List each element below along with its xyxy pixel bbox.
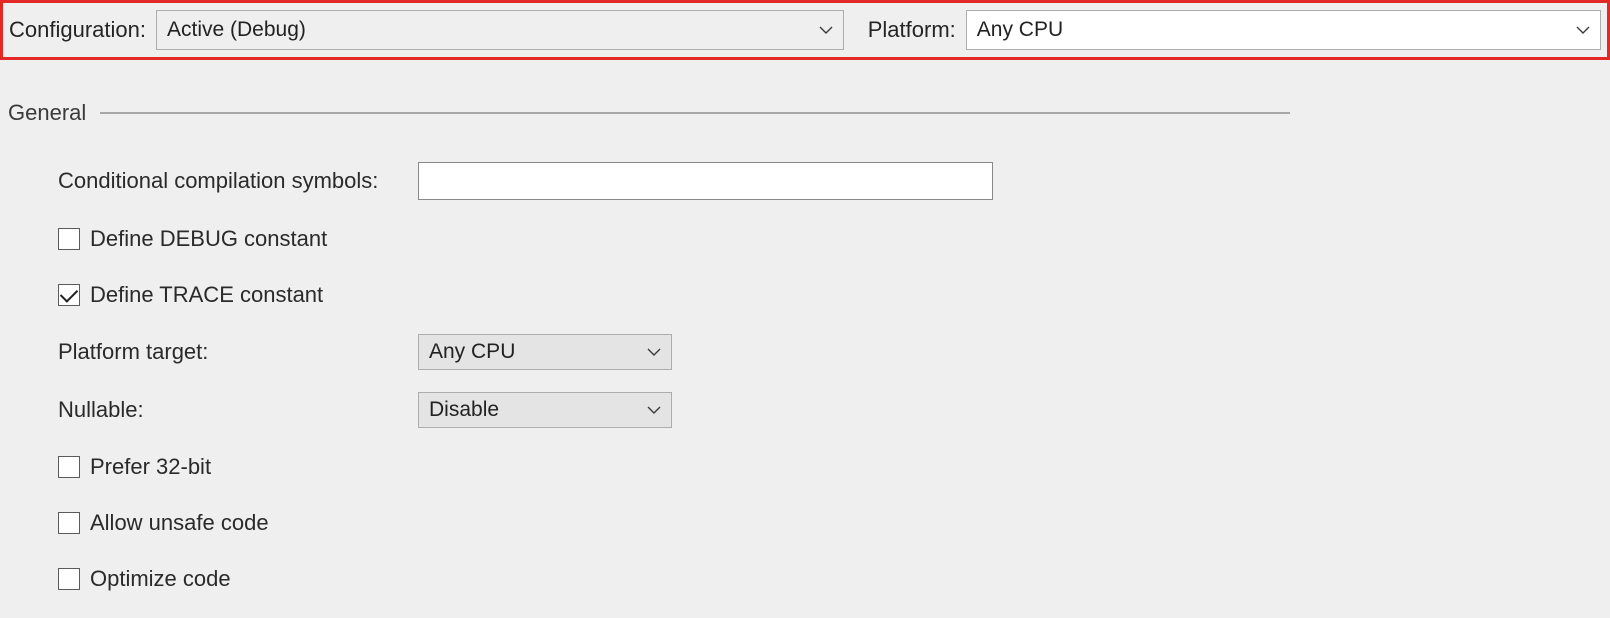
define-trace-checkbox[interactable] (58, 284, 80, 306)
row-define-trace[interactable]: Define TRACE constant (58, 278, 1602, 312)
nullable-dropdown[interactable]: Disable (418, 392, 672, 428)
platform-label: Platform: (868, 17, 956, 43)
config-platform-bar: Configuration: Active (Debug) Platform: … (0, 0, 1610, 60)
platform-target-value: Any CPU (429, 340, 515, 364)
nullable-value: Disable (429, 398, 499, 422)
chevron-down-icon (647, 348, 661, 356)
prefer-32bit-checkbox[interactable] (58, 456, 80, 478)
section-title: General (8, 100, 86, 126)
optimize-checkbox[interactable] (58, 568, 80, 590)
row-define-debug[interactable]: Define DEBUG constant (58, 222, 1602, 256)
configuration-value: Active (Debug) (167, 18, 306, 42)
chevron-down-icon (1576, 26, 1590, 34)
build-general-panel: General Conditional compilation symbols:… (0, 60, 1610, 596)
define-debug-checkbox[interactable] (58, 228, 80, 250)
chevron-down-icon (647, 406, 661, 414)
section-header: General (8, 100, 1602, 126)
define-trace-label: Define TRACE constant (90, 282, 323, 308)
form-rows: Conditional compilation symbols: Define … (8, 162, 1602, 596)
chevron-down-icon (819, 26, 833, 34)
row-nullable: Nullable: Disable (58, 392, 1602, 428)
allow-unsafe-checkbox[interactable] (58, 512, 80, 534)
configuration-label: Configuration: (9, 17, 146, 43)
platform-value: Any CPU (977, 18, 1063, 42)
platform-target-label: Platform target: (58, 339, 418, 365)
optimize-label: Optimize code (90, 566, 231, 592)
row-platform-target: Platform target: Any CPU (58, 334, 1602, 370)
section-rule (100, 112, 1290, 114)
row-allow-unsafe[interactable]: Allow unsafe code (58, 506, 1602, 540)
row-symbols: Conditional compilation symbols: (58, 162, 1602, 200)
platform-target-dropdown[interactable]: Any CPU (418, 334, 672, 370)
row-optimize[interactable]: Optimize code (58, 562, 1602, 596)
row-prefer-32bit[interactable]: Prefer 32-bit (58, 450, 1602, 484)
symbols-input[interactable] (418, 162, 993, 200)
allow-unsafe-label: Allow unsafe code (90, 510, 269, 536)
nullable-label: Nullable: (58, 397, 418, 423)
platform-dropdown[interactable]: Any CPU (966, 10, 1601, 50)
symbols-label: Conditional compilation symbols: (58, 168, 418, 194)
configuration-dropdown[interactable]: Active (Debug) (156, 10, 844, 50)
prefer-32bit-label: Prefer 32-bit (90, 454, 211, 480)
define-debug-label: Define DEBUG constant (90, 226, 327, 252)
